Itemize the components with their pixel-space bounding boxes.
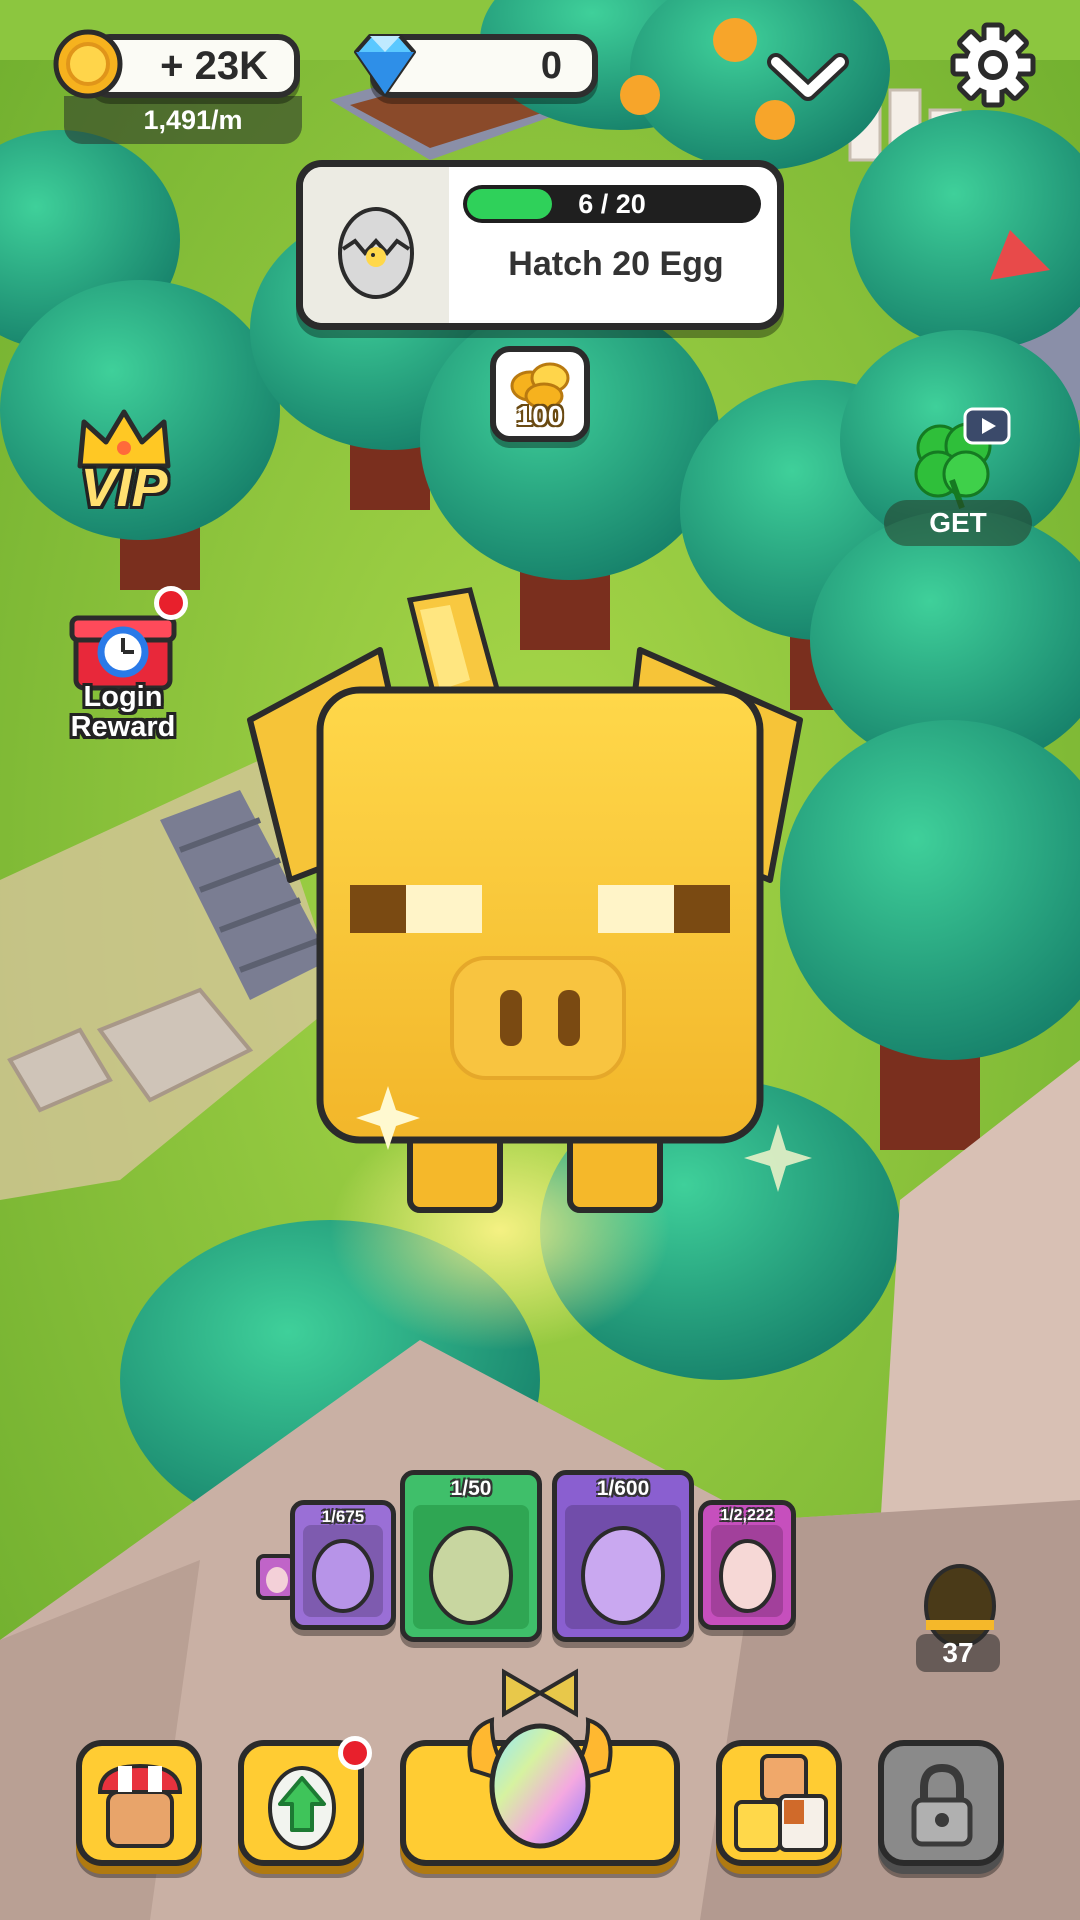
egg-icon (266, 1567, 288, 1593)
egg-stock-count: 37 (916, 1634, 1000, 1672)
quest-card[interactable]: 6 / 20 Hatch 20 Egg (296, 160, 784, 330)
shop-stall-icon (97, 1763, 183, 1848)
vip-label: VIP (80, 458, 168, 518)
egg-icon (581, 1526, 665, 1625)
diamond-icon (354, 34, 416, 96)
egg-card[interactable]: 1/2,222 (698, 1500, 796, 1630)
egg-card-count: 1/675 (321, 1507, 365, 1526)
padlock-icon (911, 1763, 973, 1847)
shop-button[interactable] (76, 1740, 202, 1866)
clover-get-label: GET (884, 500, 1032, 546)
coin-amount: + 23K (160, 43, 268, 88)
egg-card[interactable]: 1/675 (290, 1500, 396, 1630)
upgrade-notification-dot (338, 1736, 372, 1770)
quest-title: Hatch 20 Egg (508, 245, 724, 283)
egg-card[interactable]: 1/50 (400, 1470, 542, 1642)
chevron-down-icon[interactable] (766, 48, 850, 110)
quest-reward-badge[interactable]: 100 (490, 346, 590, 442)
coin-icon (53, 29, 123, 99)
video-ad-icon (963, 407, 1011, 445)
login-reward-notification-dot (154, 586, 188, 620)
quest-progress-bar: 6 / 20 (463, 185, 761, 223)
egg-card[interactable]: 1/600 (552, 1470, 694, 1642)
egg-card-count: 1/600 (596, 1477, 650, 1500)
pets-icon (734, 1754, 828, 1852)
rainbow-egg-icon (467, 1717, 613, 1849)
quest-icon-panel (303, 167, 449, 323)
pets-button[interactable] (716, 1740, 842, 1866)
egg-card-count: 1/2,222 (720, 1507, 774, 1524)
locked-feature-button[interactable] (878, 1740, 1004, 1866)
egg-icon (719, 1539, 776, 1613)
login-reward-button[interactable]: Login Reward (50, 586, 200, 746)
quest-progress-text: 6 / 20 (578, 188, 646, 219)
hatch-egg-button[interactable] (400, 1717, 680, 1866)
egg-icon (312, 1539, 374, 1613)
gem-amount: 0 (540, 44, 562, 87)
gear-icon[interactable] (950, 22, 1036, 108)
coin-rate-label: 1,491/m (64, 96, 302, 144)
vip-button[interactable]: VIP (60, 400, 190, 530)
upgrade-button[interactable] (238, 1736, 372, 1866)
login-reward-label: Login Reward (70, 681, 176, 744)
egg-card-count: 1/50 (450, 1477, 492, 1500)
quest-reward-amount: 100 (516, 400, 564, 431)
hatching-egg-icon (338, 207, 414, 299)
clover-boost-button[interactable]: GET (884, 406, 1034, 546)
upgrade-egg-icon (268, 1766, 336, 1850)
egg-icon (429, 1526, 513, 1625)
